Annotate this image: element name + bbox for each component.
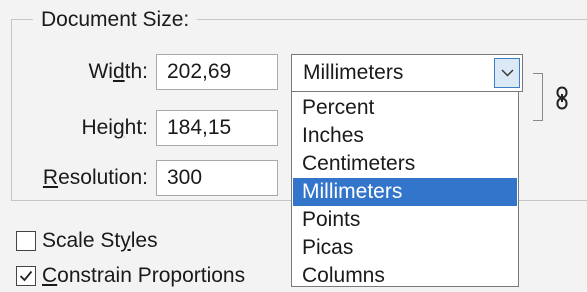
width-label: Width: bbox=[88, 60, 148, 83]
document-size-title: Document Size: bbox=[41, 8, 190, 31]
resolution-input[interactable]: 300 bbox=[156, 160, 278, 196]
unit-select-value: Millimeters bbox=[303, 61, 404, 84]
unit-select[interactable]: Millimeters bbox=[291, 54, 523, 92]
check-icon bbox=[19, 270, 33, 282]
unit-option-inches[interactable]: Inches bbox=[293, 122, 517, 150]
chain-link-icon[interactable] bbox=[555, 86, 569, 110]
scale-styles-checkbox[interactable] bbox=[16, 231, 36, 251]
constrain-bracket bbox=[533, 73, 543, 121]
scale-styles-label[interactable]: Scale Styles bbox=[42, 227, 158, 255]
unit-dropdown-list: Percent Inches Centimeters Millimeters P… bbox=[291, 91, 519, 287]
unit-option-columns[interactable]: Columns bbox=[293, 262, 517, 290]
unit-option-millimeters[interactable]: Millimeters bbox=[293, 178, 517, 206]
height-input[interactable]: 184,15 bbox=[156, 110, 278, 146]
unit-option-points[interactable]: Points bbox=[293, 206, 517, 234]
width-input[interactable]: 202,69 bbox=[156, 54, 278, 90]
unit-option-centimeters[interactable]: Centimeters bbox=[293, 150, 517, 178]
unit-option-picas[interactable]: Picas bbox=[293, 234, 517, 262]
document-size-legend-bg: Document Size: bbox=[33, 6, 198, 34]
chevron-down-icon bbox=[501, 69, 514, 77]
height-label: Height: bbox=[81, 116, 148, 139]
unit-option-percent[interactable]: Percent bbox=[293, 94, 517, 122]
constrain-proportions-checkbox[interactable] bbox=[16, 266, 36, 286]
dropdown-button[interactable] bbox=[494, 58, 520, 88]
resolution-label: Resolution: bbox=[42, 166, 148, 189]
constrain-proportions-label[interactable]: Constrain Proportions bbox=[42, 262, 245, 290]
